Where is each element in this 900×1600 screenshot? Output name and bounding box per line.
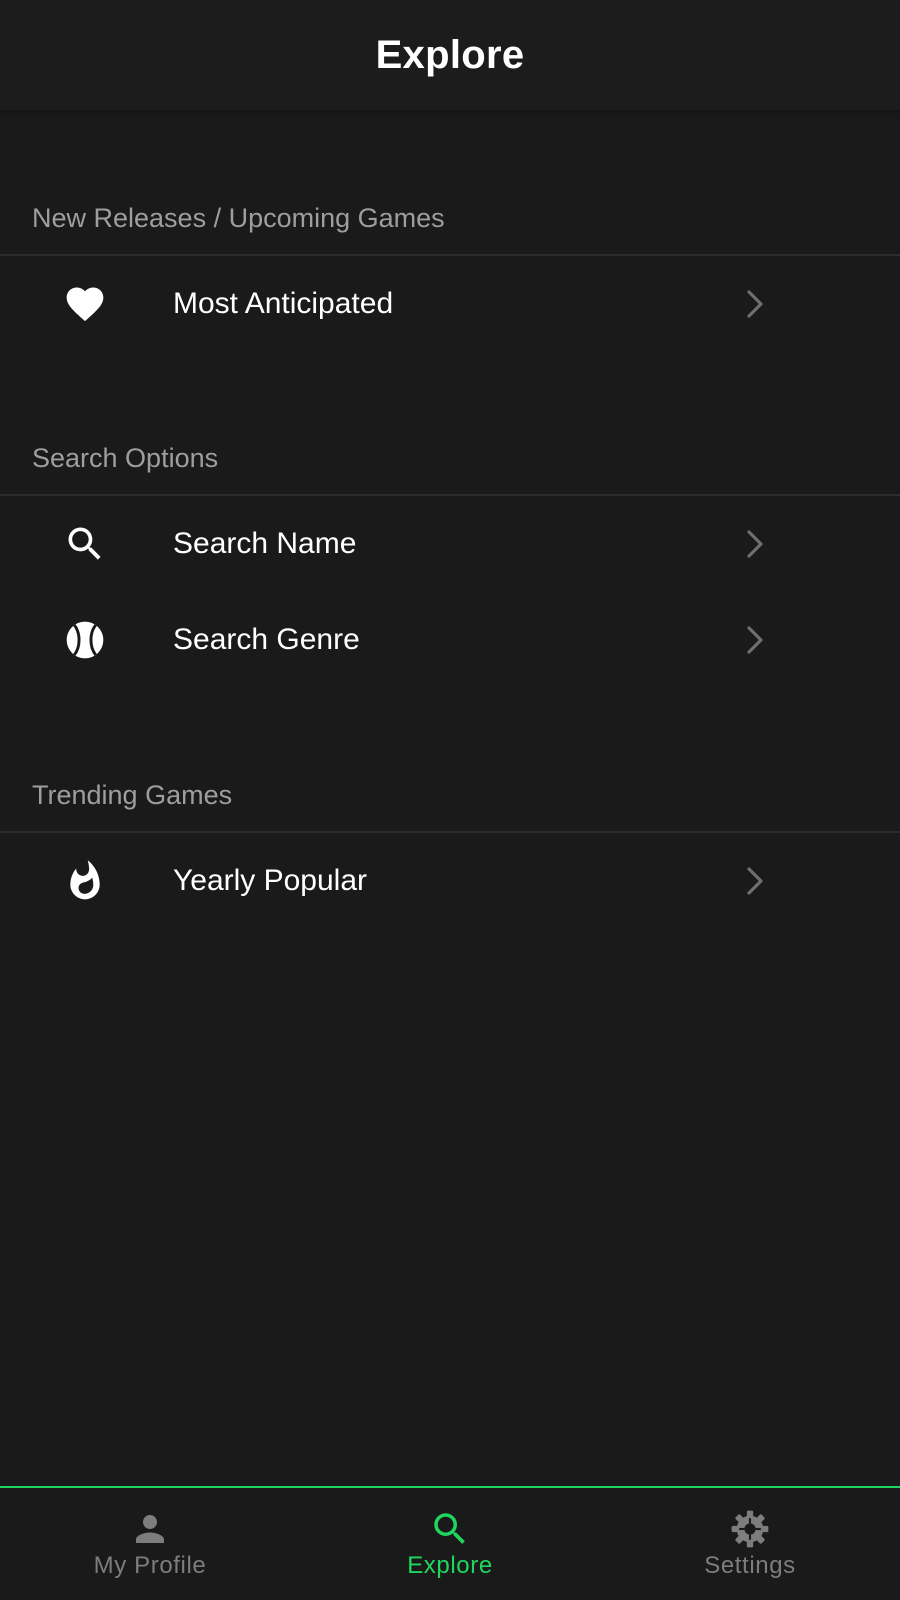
- ball-icon: [62, 617, 108, 663]
- list-item-label: Yearly Popular: [173, 864, 368, 897]
- bottom-navigation: My Profile Explore Settings: [0, 1486, 900, 1600]
- gear-icon: [729, 1508, 771, 1550]
- section-title: New Releases / Upcoming Games: [32, 203, 445, 233]
- list-item-label: Search Genre: [173, 623, 360, 656]
- flame-icon: [62, 858, 108, 904]
- chevron-right-icon: [742, 622, 768, 658]
- nav-tab-explore[interactable]: Explore: [300, 1488, 600, 1600]
- section-trending-games: Trending Games Yearly Popular: [0, 757, 900, 929]
- nav-tab-settings[interactable]: Settings: [600, 1488, 900, 1600]
- list-item-search-name[interactable]: Search Name: [0, 496, 900, 592]
- list-item-search-genre[interactable]: Search Genre: [0, 592, 900, 688]
- page-title: Explore: [375, 32, 525, 77]
- search-icon: [429, 1508, 471, 1550]
- search-icon: [62, 521, 108, 567]
- nav-tab-my-profile[interactable]: My Profile: [0, 1488, 300, 1600]
- section-new-releases: New Releases / Upcoming Games Most Antic…: [0, 180, 900, 352]
- list-item-label: Most Anticipated: [173, 287, 394, 320]
- chevron-right-icon: [742, 526, 768, 562]
- app-header: Explore: [0, 0, 900, 110]
- nav-tab-label: My Profile: [93, 1552, 207, 1579]
- list-item-label: Search Name: [173, 527, 357, 560]
- section-header: Search Options: [0, 420, 900, 496]
- section-title: Trending Games: [32, 780, 233, 810]
- section-header: Trending Games: [0, 757, 900, 833]
- nav-tab-label: Settings: [704, 1552, 796, 1579]
- list-item-yearly-popular[interactable]: Yearly Popular: [0, 833, 900, 929]
- section-search-options: Search Options Search Name Search Genre: [0, 420, 900, 688]
- section-title: Search Options: [32, 443, 219, 473]
- list-item-most-anticipated[interactable]: Most Anticipated: [0, 256, 900, 352]
- section-header: New Releases / Upcoming Games: [0, 180, 900, 256]
- nav-tab-label: Explore: [407, 1552, 493, 1579]
- chevron-right-icon: [742, 863, 768, 899]
- person-icon: [129, 1508, 171, 1550]
- chevron-right-icon: [742, 286, 768, 322]
- heart-icon: [62, 281, 108, 327]
